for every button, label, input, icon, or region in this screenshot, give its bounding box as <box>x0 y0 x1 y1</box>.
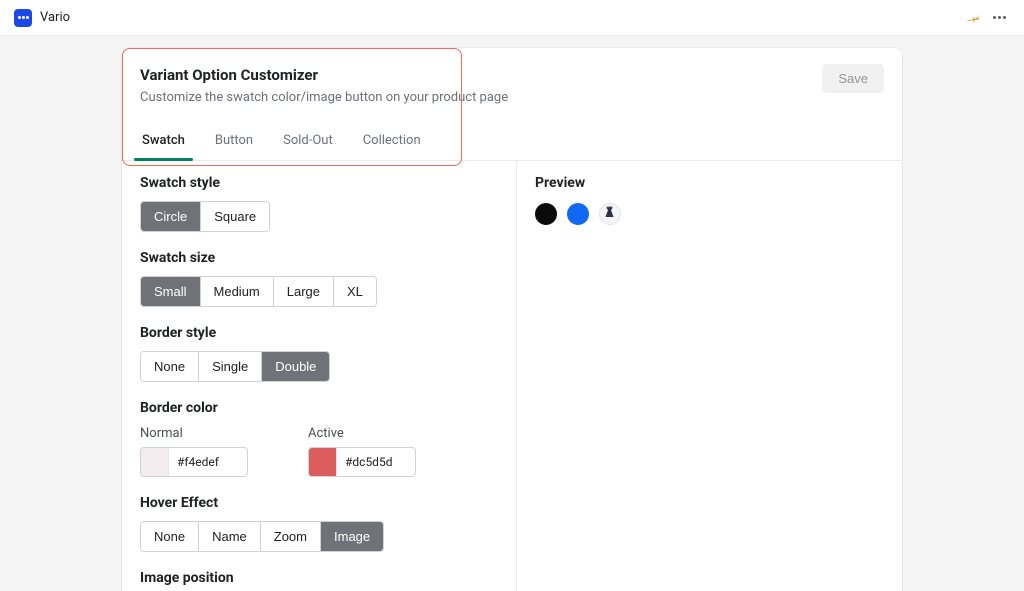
hover-effect-image[interactable]: Image <box>321 522 383 551</box>
border-style-none[interactable]: None <box>141 352 199 381</box>
preview-swatch-2[interactable] <box>567 203 589 225</box>
hover-effect-group: None Name Zoom Image <box>140 521 384 552</box>
preview-swatch-1[interactable] <box>535 203 557 225</box>
swatch-style-circle[interactable]: Circle <box>141 202 201 231</box>
border-color-label: Border color <box>140 400 516 416</box>
swatch-size-large[interactable]: Large <box>274 277 334 306</box>
border-color-normal-input[interactable]: #f4edef <box>140 447 248 477</box>
dress-icon <box>604 205 616 223</box>
tabs: Swatch Button Sold-Out Collection <box>122 123 902 161</box>
tab-swatch[interactable]: Swatch <box>140 123 187 160</box>
tab-button[interactable]: Button <box>213 123 255 160</box>
preview-label: Preview <box>535 175 884 191</box>
border-color-active-chip <box>309 448 337 476</box>
border-style-double[interactable]: Double <box>262 352 329 381</box>
border-color-active-label: Active <box>308 426 416 441</box>
swatch-size-label: Swatch size <box>140 250 516 266</box>
tab-sold-out[interactable]: Sold-Out <box>281 123 335 160</box>
border-color-normal-chip <box>141 448 169 476</box>
swatch-size-group: Small Medium Large XL <box>140 276 377 307</box>
hover-effect-label: Hover Effect <box>140 495 516 511</box>
pin-icon[interactable] <box>967 11 981 25</box>
top-bar: Vario <box>0 0 1024 36</box>
preview-swatch-3[interactable] <box>599 203 621 225</box>
swatch-size-xl[interactable]: XL <box>334 277 376 306</box>
swatch-style-label: Swatch style <box>140 175 516 191</box>
preview-column: Preview <box>517 161 902 591</box>
swatch-size-small[interactable]: Small <box>141 277 201 306</box>
border-color-normal-label: Normal <box>140 426 248 441</box>
border-style-label: Border style <box>140 325 516 341</box>
border-color-normal-hex: #f4edef <box>169 455 227 469</box>
image-position-label: Image position <box>140 570 516 586</box>
swatch-style-square[interactable]: Square <box>201 202 269 231</box>
more-icon[interactable] <box>989 12 1010 23</box>
panel-subtitle: Customize the swatch color/image button … <box>140 90 884 105</box>
hover-effect-none[interactable]: None <box>141 522 199 551</box>
hover-effect-name[interactable]: Name <box>199 522 261 551</box>
panel: Save Variant Option Customizer Customize… <box>122 48 902 591</box>
tab-collection[interactable]: Collection <box>361 123 423 160</box>
border-style-single[interactable]: Single <box>199 352 262 381</box>
save-button[interactable]: Save <box>822 64 884 93</box>
border-color-active-hex: #dc5d5d <box>337 455 400 469</box>
app-logo <box>14 9 32 27</box>
panel-title: Variant Option Customizer <box>140 66 884 84</box>
swatch-style-group: Circle Square <box>140 201 270 232</box>
preview-swatches <box>535 203 884 225</box>
app-name: Vario <box>40 10 70 25</box>
swatch-size-medium[interactable]: Medium <box>201 277 274 306</box>
hover-effect-zoom[interactable]: Zoom <box>261 522 321 551</box>
border-color-active-input[interactable]: #dc5d5d <box>308 447 416 477</box>
border-style-group: None Single Double <box>140 351 330 382</box>
settings-column: Swatch style Circle Square Swatch size S… <box>122 161 517 591</box>
